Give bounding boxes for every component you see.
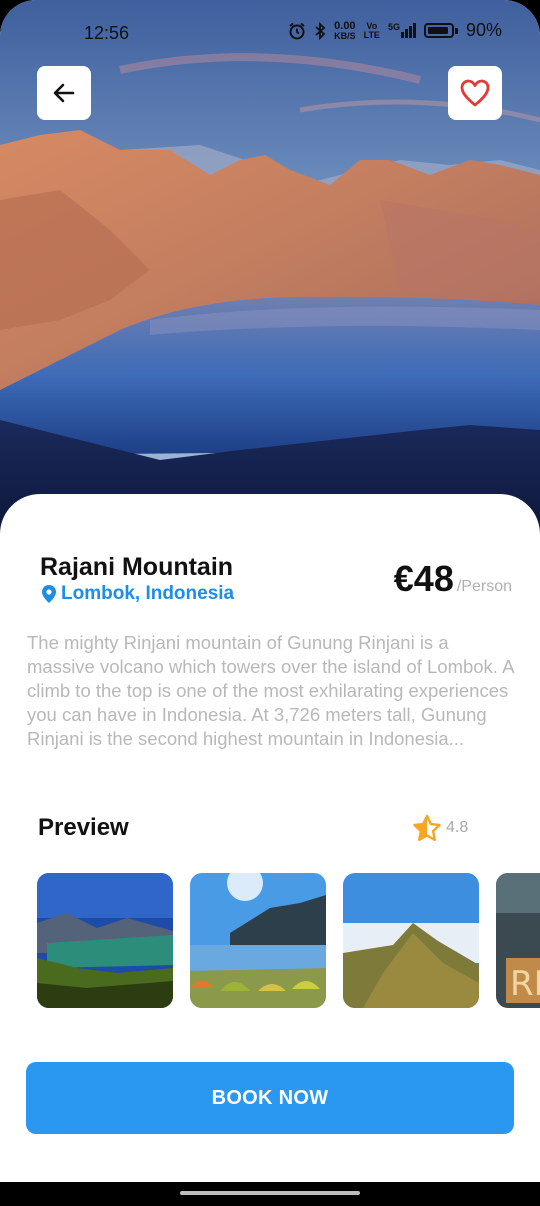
status-time: 12:56 bbox=[84, 23, 130, 43]
alarm-icon bbox=[289, 22, 305, 39]
preview-image-2[interactable] bbox=[190, 873, 326, 1008]
net-speed-unit: KB/S bbox=[334, 30, 356, 41]
rating: 4.8 bbox=[412, 814, 468, 842]
net-speed: 0.00 KB/S bbox=[334, 19, 356, 41]
home-indicator[interactable] bbox=[180, 1191, 360, 1195]
preview-image-4[interactable]: RI bbox=[496, 873, 540, 1008]
price-amount: €48 bbox=[393, 558, 454, 599]
preview-image-3[interactable] bbox=[343, 873, 479, 1008]
battery-percent: 90% bbox=[465, 20, 502, 40]
price: €48 /Person bbox=[394, 558, 512, 600]
status-bar: 12:56 0.00 KB/S Vo LTE 5G 90% bbox=[0, 14, 540, 54]
place-description: The mighty Rinjani mountain of Gunung Ri… bbox=[27, 632, 514, 749]
heart-icon bbox=[460, 79, 490, 107]
volte-bottom: LTE bbox=[363, 29, 380, 40]
preview-title: Preview bbox=[38, 814, 129, 841]
book-now-button[interactable]: BOOK NOW bbox=[26, 1062, 514, 1134]
bluetooth-icon bbox=[315, 21, 326, 40]
detail-screen: 12:56 0.00 KB/S Vo LTE 5G 90% Rajani Mou… bbox=[0, 0, 540, 1206]
place-location: Lombok, Indonesia bbox=[41, 583, 234, 605]
status-icons: 0.00 KB/S Vo LTE 5G 90% bbox=[288, 20, 502, 41]
svg-text:RI: RI bbox=[510, 964, 540, 1004]
signal-icon: 5G bbox=[388, 23, 416, 38]
battery-icon bbox=[423, 23, 454, 38]
back-button[interactable] bbox=[37, 66, 91, 120]
detail-sheet: Rajani Mountain Lombok, Indonesia €48 /P… bbox=[0, 494, 540, 1206]
network-type: 5G bbox=[387, 22, 400, 32]
map-pin-icon bbox=[42, 585, 56, 603]
volte-indicator: Vo LTE bbox=[363, 21, 380, 40]
navigation-bar bbox=[0, 1182, 540, 1206]
arrow-left-icon bbox=[53, 83, 75, 103]
rating-value: 4.8 bbox=[446, 819, 469, 836]
net-speed-value: 0.00 bbox=[334, 19, 356, 32]
price-unit: /Person bbox=[456, 578, 512, 595]
preview-image-1[interactable] bbox=[37, 873, 173, 1008]
location-label: Lombok, Indonesia bbox=[61, 583, 235, 604]
preview-gallery[interactable]: RI bbox=[37, 873, 540, 1008]
star-icon bbox=[413, 814, 441, 841]
place-title: Rajani Mountain bbox=[40, 553, 234, 581]
favorite-button[interactable] bbox=[448, 66, 502, 120]
